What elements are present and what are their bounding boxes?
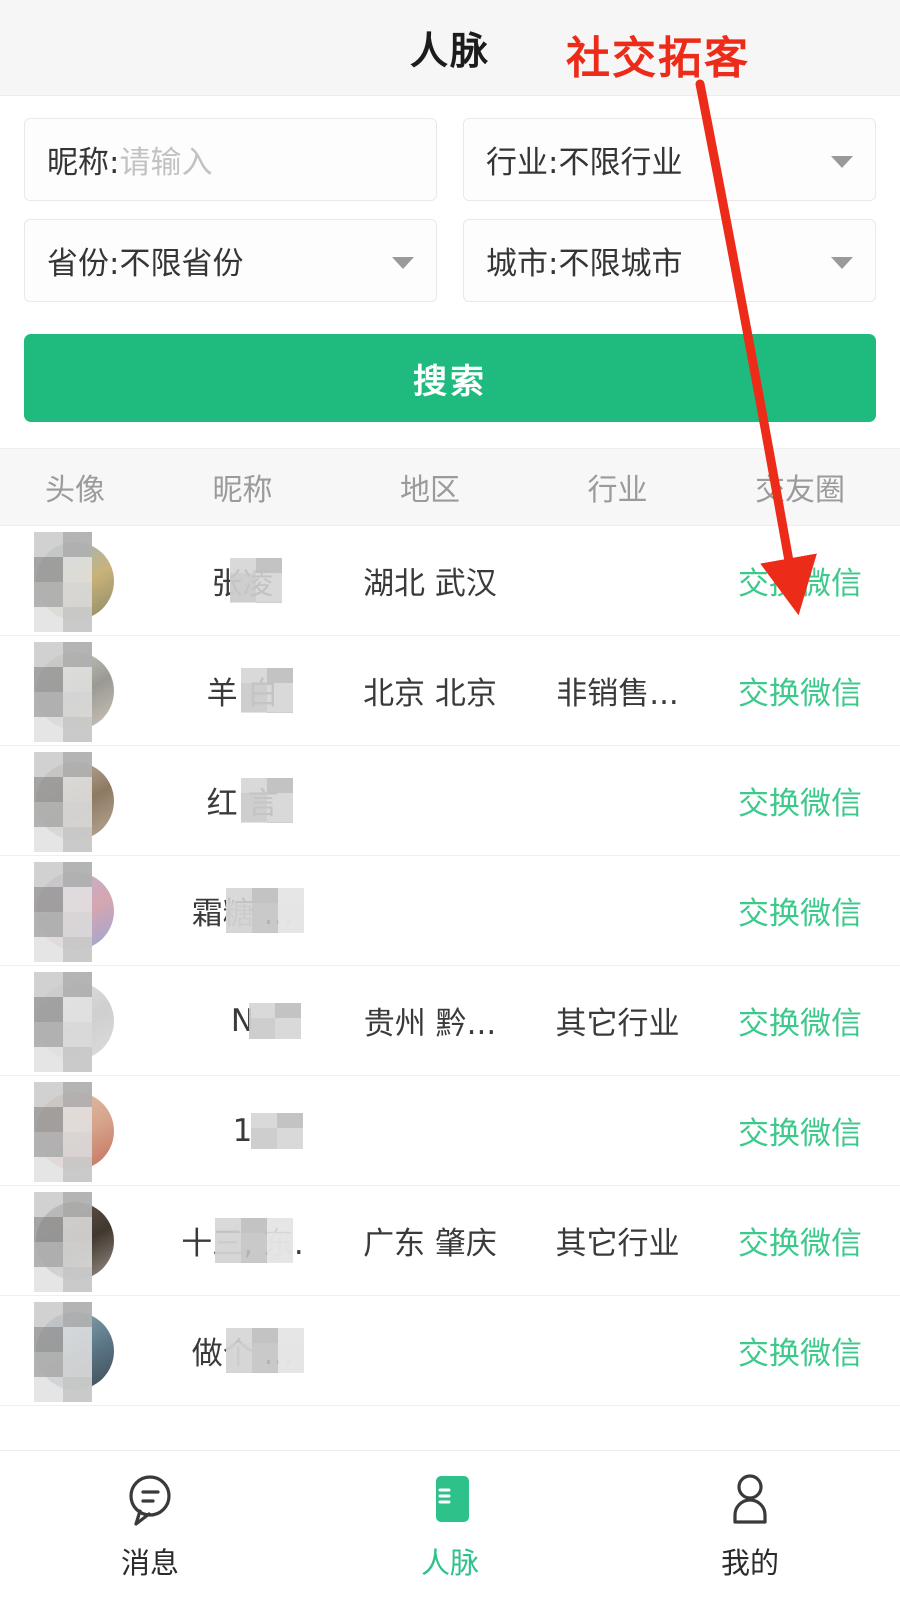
cell-action: 交换微信 — [710, 998, 900, 1043]
exchange-wechat-button[interactable]: 交换微信 — [738, 1116, 862, 1152]
cell-action: 交换微信 — [710, 558, 900, 603]
nickname-censor-overlay — [250, 1112, 303, 1149]
cell-nickname: 张凌 — [150, 558, 335, 603]
cell-industry: 其它行业 — [555, 1226, 680, 1262]
filter-row-2: 省份: 不限省份 城市: 不限城市 — [24, 219, 876, 302]
search-button[interactable]: 搜索 — [24, 334, 876, 422]
column-header-social-circle: 交友圈 — [755, 473, 845, 508]
cell-action: 交换微信 — [710, 778, 900, 823]
table-row[interactable]: 张凌 湖北 武汉 交换微信 — [0, 526, 900, 636]
nickname-censor-overlay — [240, 668, 293, 713]
table-row[interactable]: 十三, 东. 广东 肇庆 其它行业 交换微信 — [0, 1186, 900, 1296]
avatar — [0, 746, 150, 856]
avatar — [0, 856, 150, 966]
province-value: 不限省份 — [119, 246, 244, 282]
table-row[interactable]: 做个 ... 交换微信 — [0, 1296, 900, 1406]
search-button-container: 搜索 — [0, 320, 900, 448]
cell-region: 广东 肇庆 — [363, 1226, 497, 1262]
nickname-placeholder: 请输入 — [119, 145, 213, 181]
tab-profile[interactable]: 我的 — [600, 1470, 900, 1582]
cell-nickname: 红 言 — [150, 778, 335, 823]
column-header-region: 地区 — [400, 473, 460, 508]
cell-region: 北京 北京 — [363, 676, 497, 712]
industry-value: 不限行业 — [558, 145, 683, 181]
exchange-wechat-button[interactable]: 交换微信 — [738, 1336, 862, 1372]
tab-label-contacts: 人脉 — [420, 1545, 479, 1580]
city-value: 不限城市 — [558, 246, 683, 282]
exchange-wechat-button[interactable]: 交换微信 — [738, 676, 862, 712]
nickname-censor-overlay — [215, 1218, 294, 1263]
nickname-censor-overlay — [229, 558, 282, 603]
column-header-avatar: 头像 — [45, 473, 105, 508]
cell-industry: 其它行业 — [555, 1006, 680, 1042]
cell-nickname: 十三, 东. — [150, 1218, 335, 1263]
page-title: 人脉 — [409, 29, 490, 73]
exchange-wechat-button[interactable]: 交换微信 — [738, 786, 862, 822]
tab-messages[interactable]: 消息 — [0, 1470, 300, 1582]
avatar — [0, 966, 150, 1076]
nickname-censor-overlay — [248, 1002, 301, 1039]
exchange-wechat-button[interactable]: 交换微信 — [738, 1006, 862, 1042]
cell-action: 交换微信 — [710, 1108, 900, 1153]
chevron-down-icon — [831, 155, 853, 168]
chat-bubble-icon — [129, 1474, 171, 1526]
nickname-input[interactable]: 昵称: 请输入 — [24, 118, 437, 201]
cell-nickname: N — [150, 1002, 335, 1039]
column-header-industry: 行业 — [587, 473, 648, 508]
cell-region: 湖北 武汉 — [363, 566, 497, 602]
exchange-wechat-button[interactable]: 交换微信 — [738, 1226, 862, 1262]
industry-label: 行业: — [486, 145, 559, 181]
table-row[interactable]: 霜糖 ... 交换微信 — [0, 856, 900, 966]
cell-action: 交换微信 — [710, 1218, 900, 1263]
chevron-down-icon — [831, 256, 853, 269]
province-label: 省份: — [47, 246, 120, 282]
tab-label-messages: 消息 — [120, 1545, 179, 1580]
bottom-navigation: 消息 人脉 我的 — [0, 1450, 900, 1600]
cell-industry: 非销售... — [556, 676, 679, 712]
nickname-censor-overlay — [225, 1328, 304, 1373]
filter-panel: 昵称: 请输入 行业: 不限行业 省份: 不限省份 城市: 不限城市 — [0, 96, 900, 320]
cell-action: 交换微信 — [710, 668, 900, 713]
cell-nickname: 做个 ... — [150, 1328, 335, 1373]
filter-row-1: 昵称: 请输入 行业: 不限行业 — [24, 118, 876, 201]
cell-nickname: 霜糖 ... — [150, 888, 335, 933]
avatar — [0, 1186, 150, 1296]
cell-nickname: 1 — [150, 1112, 335, 1149]
tab-label-profile: 我的 — [720, 1545, 779, 1580]
city-label: 城市: — [486, 246, 559, 282]
table-row[interactable]: N 贵州 黔... 其它行业 交换微信 — [0, 966, 900, 1076]
avatar — [0, 526, 150, 636]
column-header-nickname: 昵称 — [212, 473, 273, 508]
cell-action: 交换微信 — [710, 888, 900, 933]
address-book-icon — [436, 1475, 469, 1522]
app-screen: 人脉 昵称: 请输入 行业: 不限行业 省份: 不限省份 城市: 不限城市 搜索… — [0, 0, 900, 1600]
avatar — [0, 636, 150, 746]
nickname-censor-overlay — [225, 888, 304, 933]
exchange-wechat-button[interactable]: 交换微信 — [738, 566, 862, 602]
table-row[interactable]: 1 交换微信 — [0, 1076, 900, 1186]
industry-select[interactable]: 行业: 不限行业 — [463, 118, 876, 201]
exchange-wechat-button[interactable]: 交换微信 — [738, 896, 862, 932]
province-select[interactable]: 省份: 不限省份 — [24, 219, 437, 302]
nickname-label: 昵称: — [47, 145, 120, 181]
table-row[interactable]: 红 言 交换微信 — [0, 746, 900, 856]
table-header: 头像 昵称 地区 行业 交友圈 — [0, 448, 900, 526]
city-select[interactable]: 城市: 不限城市 — [463, 219, 876, 302]
chevron-down-icon — [392, 256, 414, 269]
title-bar: 人脉 — [0, 0, 900, 96]
avatar — [0, 1076, 150, 1186]
nickname-censor-overlay — [240, 778, 293, 823]
avatar — [0, 1296, 150, 1406]
cell-action: 交换微信 — [710, 1328, 900, 1373]
person-icon — [733, 1473, 767, 1524]
cell-nickname: 羊 白 — [150, 668, 335, 713]
tab-contacts[interactable]: 人脉 — [300, 1470, 600, 1582]
cell-region: 贵州 黔... — [363, 1006, 497, 1042]
table-row[interactable]: 羊 白北京 北京 非销售... 交换微信 — [0, 636, 900, 746]
contact-list: 张凌 湖北 武汉 交换微信羊 白北京 北京 非销售... 交换微信红 言交换微信 霜糖 .… — [0, 526, 900, 1450]
